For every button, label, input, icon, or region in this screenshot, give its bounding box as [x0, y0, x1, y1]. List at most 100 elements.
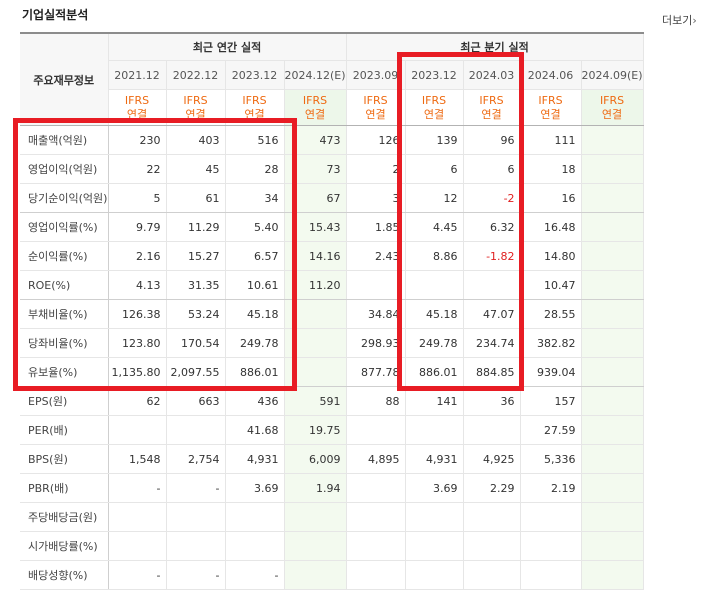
- table-row: 당기순이익(억원) 5 61 34 67 3 12 -2 16: [20, 183, 644, 213]
- annual-period-1: 2022.12: [166, 60, 226, 90]
- quarter-value-cell: [581, 212, 644, 242]
- table-row: 매출액(억원) 230 403 516 473 126 139 96 111: [20, 125, 644, 155]
- basis-consolidated-label: 연결: [304, 107, 326, 121]
- quarter-value-cell: 28.55: [520, 299, 582, 329]
- table-row: 부채비율(%) 126.38 53.24 45.18 34.84 45.18 47.07 28…: [20, 299, 644, 329]
- annual-value-cell: 9.79: [108, 212, 167, 242]
- annual-basis-2: IFRS 연결: [225, 89, 285, 126]
- quarter-value-cell: [520, 560, 582, 590]
- row-label: 영업이익(억원): [20, 154, 109, 184]
- annual-value-cell: [166, 502, 226, 532]
- annual-value-cell: [284, 531, 347, 561]
- quarter-value-cell: 298.93: [345, 328, 406, 358]
- quarter-value-cell: -1.82: [463, 241, 521, 271]
- quarter-value-cell: [581, 386, 644, 416]
- annual-value-cell: [108, 502, 167, 532]
- quarter-value-cell: 6: [405, 154, 464, 184]
- annual-value-cell: [284, 357, 347, 387]
- annual-basis-0: IFRS 연결: [108, 89, 167, 126]
- annual-value-cell: 4,931: [225, 444, 285, 474]
- annual-value-cell: 41.68: [225, 415, 285, 445]
- annual-value-cell: [284, 328, 347, 358]
- quarter-value-cell: [405, 560, 464, 590]
- row-label: ROE(%): [20, 270, 109, 300]
- row-label: 순이익률(%): [20, 241, 109, 271]
- financial-summary-table: 주요재무정보 최근 연간 실적 최근 분기 실적 2021.12 2022.12 2…: [20, 32, 644, 590]
- table-row: 영업이익(억원) 22 45 28 73 2 6 6 18: [20, 154, 644, 184]
- basis-consolidated-label: 연결: [540, 107, 561, 121]
- row-label: 당기순이익(억원): [20, 183, 109, 213]
- quarter-basis-1: IFRS 연결: [405, 89, 464, 126]
- table-row: BPS(원) 1,548 2,754 4,931 6,009 4,895 4,931 4,92…: [20, 444, 644, 474]
- annual-value-cell: [166, 531, 226, 561]
- quarter-value-cell: 2.29: [463, 473, 521, 503]
- basis-consolidated-label: 연결: [244, 107, 265, 121]
- quarter-value-cell: 96: [463, 125, 521, 155]
- quarter-value-cell: 8.86: [405, 241, 464, 271]
- quarter-value-cell: [581, 560, 644, 590]
- annual-basis-1: IFRS 연결: [166, 89, 226, 126]
- quarter-value-cell: 886.01: [405, 357, 464, 387]
- chevron-right-icon: ›: [692, 14, 697, 27]
- annual-group-header: 최근 연간 실적: [108, 32, 347, 61]
- section-title: 기업실적분석: [22, 8, 89, 22]
- annual-value-cell: 19.75: [284, 415, 347, 445]
- table-row: 배당성향(%) - - -: [20, 560, 644, 590]
- quarter-value-cell: [581, 328, 644, 358]
- row-label: PER(배): [20, 415, 109, 445]
- corner-header: 주요재무정보: [20, 32, 109, 126]
- quarter-value-cell: [463, 531, 521, 561]
- annual-value-cell: 62: [108, 386, 167, 416]
- annual-value-cell: 15.27: [166, 241, 226, 271]
- annual-value-cell: 28: [225, 154, 285, 184]
- annual-value-cell: 249.78: [225, 328, 285, 358]
- quarter-value-cell: 111: [520, 125, 582, 155]
- quarter-period-0: 2023.09: [345, 60, 406, 90]
- quarter-value-cell: 12: [405, 183, 464, 213]
- quarter-value-cell: [463, 560, 521, 590]
- quarter-value-cell: [581, 299, 644, 329]
- quarter-value-cell: [581, 125, 644, 155]
- annual-value-cell: 230: [108, 125, 167, 155]
- row-label: PBR(배): [20, 473, 109, 503]
- annual-value-cell: 31.35: [166, 270, 226, 300]
- annual-period-2: 2023.12: [225, 60, 285, 90]
- annual-basis-3: IFRS 연결: [284, 89, 347, 126]
- annual-value-cell: 2.16: [108, 241, 167, 271]
- annual-value-cell: [166, 415, 226, 445]
- row-label: 영업이익률(%): [20, 212, 109, 242]
- quarter-basis-2: IFRS 연결: [463, 89, 521, 126]
- basis-ifrs-label: IFRS: [183, 93, 208, 107]
- annual-value-cell: 14.16: [284, 241, 347, 271]
- quarter-value-cell: 2.43: [345, 241, 406, 271]
- annual-value-cell: 6.57: [225, 241, 285, 271]
- table-row: 영업이익률(%) 9.79 11.29 5.40 15.43 1.85 4.45 6.32 16…: [20, 212, 644, 242]
- annual-value-cell: -: [166, 560, 226, 590]
- quarter-value-cell: 877.78: [345, 357, 406, 387]
- more-link[interactable]: 더보기›: [662, 12, 697, 28]
- table-row: EPS(원) 62 663 436 591 88 141 36 157: [20, 386, 644, 416]
- basis-consolidated-label: 연결: [481, 107, 502, 121]
- annual-value-cell: 1.94: [284, 473, 347, 503]
- quarter-value-cell: [405, 531, 464, 561]
- quarter-value-cell: [345, 502, 406, 532]
- annual-period-3: 2024.12(E): [284, 60, 347, 90]
- quarter-value-cell: 141: [405, 386, 464, 416]
- table-row: PER(배) 41.68 19.75 27.59: [20, 415, 644, 445]
- annual-value-cell: 11.29: [166, 212, 226, 242]
- annual-value-cell: -: [108, 560, 167, 590]
- annual-value-cell: 45.18: [225, 299, 285, 329]
- quarter-value-cell: 34.84: [345, 299, 406, 329]
- quarter-value-cell: 4,925: [463, 444, 521, 474]
- annual-value-cell: 403: [166, 125, 226, 155]
- annual-value-cell: 170.54: [166, 328, 226, 358]
- quarter-value-cell: 16.48: [520, 212, 582, 242]
- row-label: 매출액(억원): [20, 125, 109, 155]
- quarter-value-cell: [345, 270, 406, 300]
- quarter-value-cell: [581, 270, 644, 300]
- table-row: 유보율(%) 1,135.80 2,097.55 886.01 877.78 886.01…: [20, 357, 644, 387]
- annual-value-cell: 436: [225, 386, 285, 416]
- quarter-value-cell: 126: [345, 125, 406, 155]
- quarter-value-cell: 4,931: [405, 444, 464, 474]
- basis-ifrs-label: IFRS: [363, 93, 388, 107]
